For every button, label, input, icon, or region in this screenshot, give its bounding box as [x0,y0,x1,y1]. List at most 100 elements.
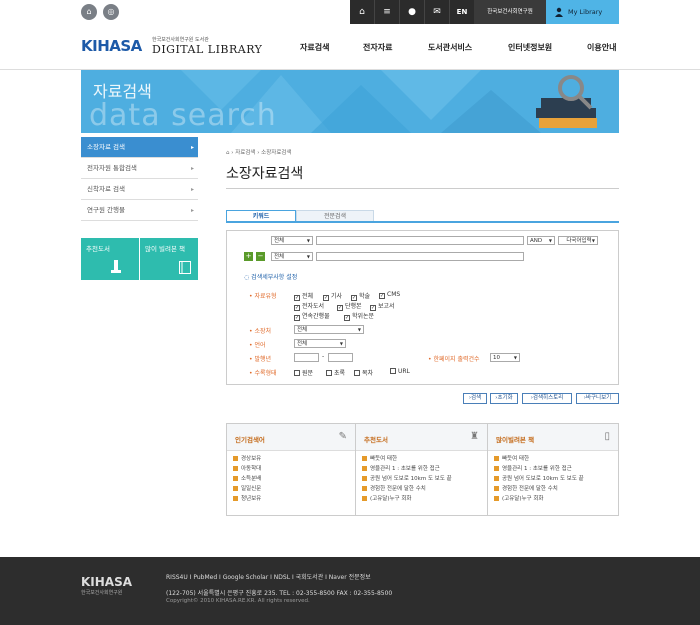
tag-checkbox[interactable]: URL [390,368,410,375]
recommended-books-box[interactable]: 추천도서 [81,238,139,280]
location-label: • 소장처 [249,328,272,335]
material-checkbox[interactable]: ✓ CMS [379,291,400,299]
material-checkbox[interactable]: ✓ 학위논문 [344,311,374,321]
basket-button[interactable]: ›바구니보기 [576,393,619,404]
location-icon[interactable]: ● [400,0,425,24]
book-icon [179,261,191,274]
popular-books-panel: 많이빌려본 책 ▯ 빠듯여 태한 영을관리 1 : 초보를 위한 접근 공원 넘어… [487,423,619,516]
nav-item-services[interactable]: 도서관서비스 [428,42,472,53]
remove-row-icon[interactable]: − [256,252,265,261]
add-row-icon[interactable]: + [244,252,253,261]
home-circle-icon[interactable]: ⌂ [81,4,97,20]
sidebar-item-label: 전자자원 통합검색 [87,164,137,172]
material-checkbox[interactable]: ✓ 보고서 [370,301,395,311]
sidebar-item-publications[interactable]: 연구원 간행물 ▸ [81,200,198,221]
material-checkbox[interactable]: ✓ 학술 [351,291,370,301]
popular-books-box[interactable]: 많이 빌려본 책 [140,238,198,280]
list-item[interactable]: 경상보유 [233,454,349,464]
material-checkbox[interactable]: ✓ 기사 [323,291,342,301]
panel-title: 추천도서 [364,436,388,444]
footer-links[interactable]: RISS4U I PubMed I Google Scholar I NDSL … [166,572,371,581]
search-form: 전체 AND 다국어입력 + − 전체 ◌ 검색세부사항 설정 • 자료유형 ✓… [226,230,619,385]
material-checkbox[interactable]: ✓ 전체 [294,291,313,301]
sidebar: 소장자료 검색 ▸ 전자자원 통합검색 ▸ 신착자료 검색 ▸ 연구원 간행물 ▸ [81,137,198,221]
list-item[interactable]: 소득분배 [233,474,349,484]
list-item[interactable]: 경험한 전문에 달한 수치 [494,484,612,494]
list-item[interactable]: 빠듯여 태한 [494,454,612,464]
tower-icon [111,260,121,273]
breadcrumb-item[interactable]: 소장자료검색 [261,150,291,156]
sidebar-item-holdings[interactable]: 소장자료 검색 ▸ [81,137,198,158]
nav-item-internet[interactable]: 인터넷정보원 [508,42,552,53]
material-checkbox[interactable]: ✓ 연속간행물 [294,311,330,321]
field-select-1[interactable]: 전체 [271,236,313,245]
year-separator: - [322,353,325,360]
list-item[interactable]: 아동학대 [233,464,349,474]
tag-checkbox[interactable]: 원문 [294,368,313,377]
chevron-right-icon: ▸ [190,144,194,151]
mail-icon[interactable]: ✉ [425,0,450,24]
detail-toggle[interactable]: ◌ 검색세부사항 설정 [244,272,297,281]
panel-header: 인기검색어 ✎ [227,424,355,451]
nav-item-e-resources[interactable]: 전자자료 [363,42,392,53]
popular-books-label: 많이 빌려본 책 [145,245,186,253]
logo[interactable]: KIHASA [81,37,142,55]
tab-underline [226,221,619,223]
list-item[interactable]: (고유달)누구 회화 [362,494,481,504]
list-item[interactable]: (고유달)누구 회화 [494,494,612,504]
breadcrumb: ⌂ › 자료검색 › 소장자료검색 [226,148,292,156]
sidebar-item-new[interactable]: 신착자료 검색 ▸ [81,179,198,200]
sidebar-item-label: 연구원 간행물 [87,206,125,214]
list-item[interactable]: 청년보유 [233,494,349,504]
pen-icon: ✎ [338,431,347,442]
multilang-button[interactable]: 다국어입력 [558,236,598,245]
nav-item-guide[interactable]: 이용안내 [587,42,616,53]
footer-copyright: Copyright© 2010 KIHASA.RE.KR. All rights… [166,598,310,604]
list-item[interactable]: 경험한 전문에 달한 수치 [362,484,481,494]
count-select[interactable]: 10 [490,353,520,362]
sidebar-item-eresources[interactable]: 전자자원 통합검색 ▸ [81,158,198,179]
lang-en-button[interactable]: EN [450,0,474,24]
tag-label: • 수록형태 [249,370,277,377]
material-checkbox[interactable]: ✓ 전자도서 [294,301,324,311]
my-library-button[interactable]: My Library [546,0,619,24]
title-divider [226,188,619,189]
field-select-2[interactable]: 전체 [271,252,313,261]
search-button[interactable]: ›검색 [463,393,487,404]
material-checkbox[interactable]: ✓ 단행본 [337,301,362,311]
reset-button[interactable]: ›초기화 [490,393,518,404]
footer-address: (122-705) 서울특별시 은평구 진흥로 235. TEL : 02-35… [166,590,393,597]
year-from-input[interactable] [294,353,319,362]
nav-item-search[interactable]: 자료검색 [300,42,329,53]
list-item[interactable]: 일일신문 [233,484,349,494]
list-item[interactable]: 공원 넘어 도보로 10km 도 보도 끝 [362,474,481,484]
header: KIHASA 한국보건사회연구원 도서관 DIGITAL LIBRARY 자료검… [0,25,700,70]
panel-header: 추천도서 ♜ [356,424,487,451]
keyword-input-1[interactable] [316,236,524,245]
count-label: • 한페이지 출력건수 [428,356,480,363]
language-select[interactable]: 전체 [294,339,346,348]
operator-select[interactable]: AND [527,236,555,245]
location-select[interactable]: 전체 [294,325,364,334]
list-item[interactable]: 영을관리 1 : 초보를 위한 접근 [494,464,612,474]
menu-icon[interactable]: ≡ [375,0,400,24]
year-to-input[interactable] [328,353,353,362]
tag-checkbox[interactable]: 목차 [354,368,373,377]
keyword-input-2[interactable] [316,252,524,261]
chevron-right-icon: ▸ [190,186,194,193]
list-item[interactable]: 공원 넘어 도보로 10km 도 보도 끝 [494,474,612,484]
page-title: 소장자료검색 [226,166,304,182]
history-button[interactable]: ›검색히스토리 [522,393,572,404]
sidebar-item-label: 소장자료 검색 [87,143,125,151]
globe-circle-icon[interactable]: ◎ [103,4,119,20]
tag-checkbox[interactable]: 초록 [326,368,345,377]
home-icon[interactable]: ⌂ [226,150,230,156]
panel-header: 많이빌려본 책 ▯ [488,424,618,451]
book-icon: ▯ [604,431,610,442]
list-item[interactable]: 빠듯여 태한 [362,454,481,464]
breadcrumb-item[interactable]: 자료검색 [235,150,255,156]
institute-link[interactable]: 한국보건사회연구원 [474,0,546,24]
list-item[interactable]: 영을관리 1 : 초보를 위한 접근 [362,464,481,474]
logo-title: DIGITAL LIBRARY [152,43,263,56]
home-icon[interactable]: ⌂ [350,0,375,24]
